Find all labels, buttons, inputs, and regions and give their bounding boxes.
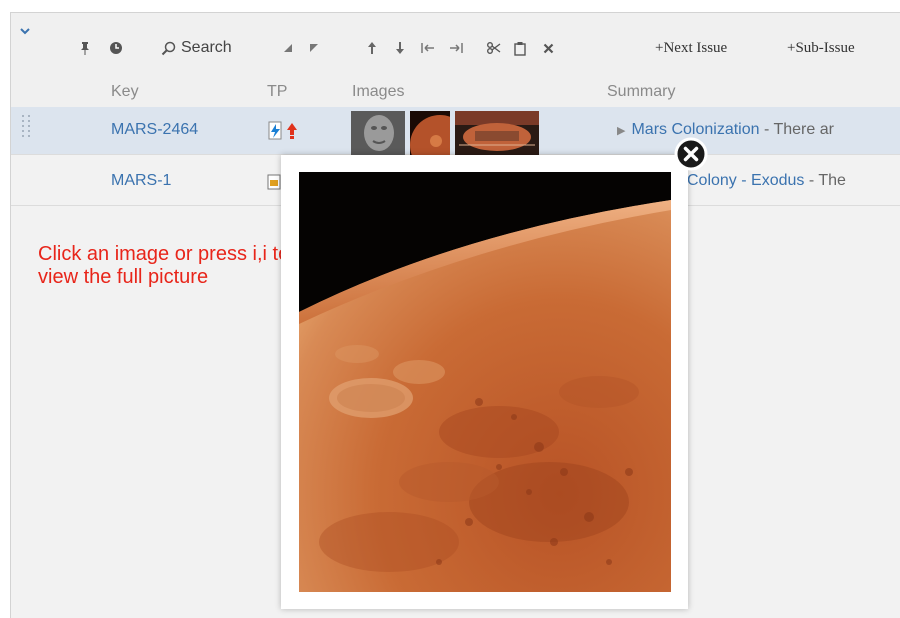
help-hint-text: Click an image or press i,i to view the … (38, 243, 290, 288)
toolbar: Search +Next Issue +Sub-Issue (11, 13, 900, 77)
summary-cell: ▶ Mars Colonization - There ar (617, 121, 900, 139)
thumbnail-face-image[interactable] (351, 111, 405, 155)
summary-cell: Colony - Exodus - The (687, 172, 900, 190)
summary-link[interactable]: Colony - Exodus (687, 172, 804, 189)
column-key[interactable]: Key (111, 83, 139, 101)
image-preview-popup (281, 155, 688, 609)
thumbnail-mars-image[interactable] (410, 111, 450, 155)
summary-text: - There ar (759, 121, 834, 138)
table-row[interactable]: MARS-2464 ▶ Mars Colonization - There ar (11, 107, 900, 155)
close-icon (674, 137, 708, 171)
issue-type-icon (267, 174, 281, 195)
issue-key-link[interactable]: MARS-2464 (111, 121, 198, 139)
delete-icon[interactable] (543, 37, 554, 59)
next-issue-button[interactable]: +Next Issue (655, 37, 727, 59)
outdent-icon[interactable] (421, 37, 435, 59)
summary-text: - The (804, 172, 846, 189)
move-left-icon[interactable] (283, 37, 293, 59)
issue-key-link[interactable]: MARS-1 (111, 172, 171, 190)
search-label: Search (181, 39, 232, 56)
paste-icon[interactable] (514, 37, 526, 59)
priority-up-icon (286, 121, 298, 146)
pin-icon[interactable] (79, 37, 91, 59)
move-right-icon[interactable] (309, 37, 319, 59)
column-tp[interactable]: TP (267, 83, 287, 101)
clock-icon[interactable] (109, 37, 123, 59)
column-header: Key TP Images Summary (11, 77, 900, 107)
column-summary[interactable]: Summary (607, 83, 675, 101)
drag-handle-icon[interactable] (21, 113, 33, 139)
move-up-icon[interactable] (367, 37, 377, 59)
indent-icon[interactable] (449, 37, 463, 59)
column-images[interactable]: Images (352, 83, 404, 101)
sub-issue-label: +Sub-Issue (787, 39, 855, 56)
sub-issue-button[interactable]: +Sub-Issue (787, 37, 855, 59)
summary-link[interactable]: Mars Colonization (631, 121, 759, 138)
close-popup-button[interactable] (674, 137, 708, 171)
move-down-icon[interactable] (395, 37, 405, 59)
expand-arrow-icon[interactable]: ▶ (617, 125, 625, 137)
bug-type-icon (267, 121, 285, 146)
search-icon (161, 41, 176, 56)
next-issue-label: +Next Issue (655, 39, 728, 56)
collapse-chevron-icon[interactable] (19, 23, 31, 41)
thumbnail-rover-image[interactable] (455, 111, 539, 155)
cut-icon[interactable] (487, 37, 501, 59)
mars-full-image[interactable] (299, 172, 671, 592)
search-button[interactable]: Search (161, 37, 232, 59)
